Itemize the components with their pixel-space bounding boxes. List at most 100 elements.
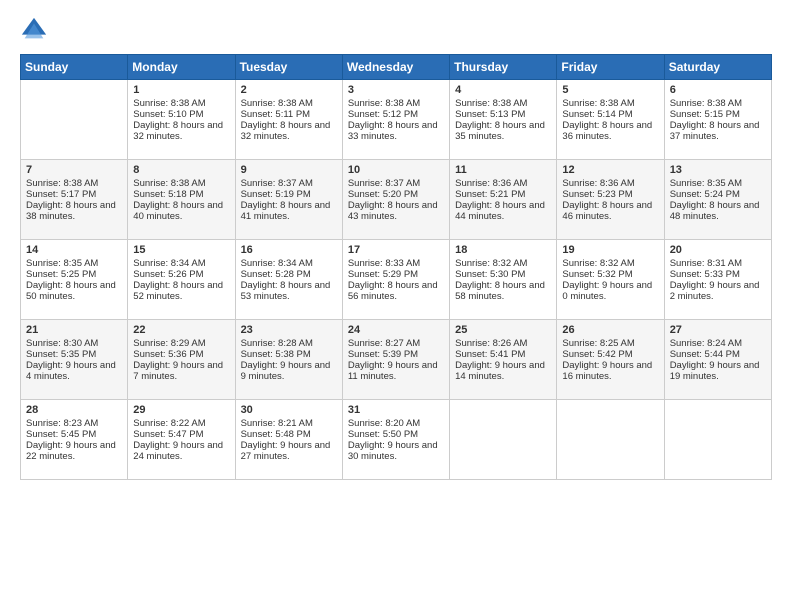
day-number: 7 xyxy=(26,164,122,176)
calendar-cell: 28 Sunrise: 8:23 AM Sunset: 5:45 PM Dayl… xyxy=(21,400,128,480)
daylight-text: Daylight: 9 hours and 4 minutes. xyxy=(26,360,116,382)
day-number: 28 xyxy=(26,404,122,416)
sunrise-text: Sunrise: 8:38 AM xyxy=(241,98,313,109)
calendar-cell: 16 Sunrise: 8:34 AM Sunset: 5:28 PM Dayl… xyxy=(235,240,342,320)
sunset-text: Sunset: 5:24 PM xyxy=(670,189,740,200)
day-number: 25 xyxy=(455,324,551,336)
daylight-text: Daylight: 9 hours and 11 minutes. xyxy=(348,360,438,382)
calendar-day-header: Saturday xyxy=(664,55,771,80)
sunset-text: Sunset: 5:44 PM xyxy=(670,349,740,360)
header xyxy=(20,16,772,44)
calendar-cell: 24 Sunrise: 8:27 AM Sunset: 5:39 PM Dayl… xyxy=(342,320,449,400)
sunset-text: Sunset: 5:20 PM xyxy=(348,189,418,200)
day-number: 2 xyxy=(241,84,337,96)
sunset-text: Sunset: 5:50 PM xyxy=(348,429,418,440)
sunset-text: Sunset: 5:30 PM xyxy=(455,269,525,280)
sunrise-text: Sunrise: 8:22 AM xyxy=(133,418,205,429)
calendar-cell: 23 Sunrise: 8:28 AM Sunset: 5:38 PM Dayl… xyxy=(235,320,342,400)
logo xyxy=(20,16,52,44)
daylight-text: Daylight: 8 hours and 50 minutes. xyxy=(26,280,116,302)
calendar-cell: 15 Sunrise: 8:34 AM Sunset: 5:26 PM Dayl… xyxy=(128,240,235,320)
day-number: 23 xyxy=(241,324,337,336)
sunset-text: Sunset: 5:33 PM xyxy=(670,269,740,280)
sunrise-text: Sunrise: 8:31 AM xyxy=(670,258,742,269)
calendar-cell: 5 Sunrise: 8:38 AM Sunset: 5:14 PM Dayli… xyxy=(557,80,664,160)
day-number: 8 xyxy=(133,164,229,176)
sunrise-text: Sunrise: 8:38 AM xyxy=(455,98,527,109)
daylight-text: Daylight: 9 hours and 22 minutes. xyxy=(26,440,116,462)
day-number: 11 xyxy=(455,164,551,176)
sunset-text: Sunset: 5:28 PM xyxy=(241,269,311,280)
daylight-text: Daylight: 8 hours and 43 minutes. xyxy=(348,200,438,222)
daylight-text: Daylight: 8 hours and 32 minutes. xyxy=(241,120,331,142)
calendar-cell: 31 Sunrise: 8:20 AM Sunset: 5:50 PM Dayl… xyxy=(342,400,449,480)
calendar-cell: 21 Sunrise: 8:30 AM Sunset: 5:35 PM Dayl… xyxy=(21,320,128,400)
daylight-text: Daylight: 9 hours and 14 minutes. xyxy=(455,360,545,382)
calendar-day-header: Thursday xyxy=(450,55,557,80)
sunrise-text: Sunrise: 8:33 AM xyxy=(348,258,420,269)
sunrise-text: Sunrise: 8:38 AM xyxy=(670,98,742,109)
sunrise-text: Sunrise: 8:38 AM xyxy=(348,98,420,109)
calendar-cell: 7 Sunrise: 8:38 AM Sunset: 5:17 PM Dayli… xyxy=(21,160,128,240)
calendar-cell: 11 Sunrise: 8:36 AM Sunset: 5:21 PM Dayl… xyxy=(450,160,557,240)
calendar-week-row: 7 Sunrise: 8:38 AM Sunset: 5:17 PM Dayli… xyxy=(21,160,772,240)
calendar-cell xyxy=(557,400,664,480)
daylight-text: Daylight: 8 hours and 44 minutes. xyxy=(455,200,545,222)
sunrise-text: Sunrise: 8:29 AM xyxy=(133,338,205,349)
day-number: 15 xyxy=(133,244,229,256)
calendar-cell: 20 Sunrise: 8:31 AM Sunset: 5:33 PM Dayl… xyxy=(664,240,771,320)
daylight-text: Daylight: 8 hours and 37 minutes. xyxy=(670,120,760,142)
sunset-text: Sunset: 5:23 PM xyxy=(562,189,632,200)
day-number: 16 xyxy=(241,244,337,256)
day-number: 3 xyxy=(348,84,444,96)
daylight-text: Daylight: 8 hours and 35 minutes. xyxy=(455,120,545,142)
calendar-week-row: 1 Sunrise: 8:38 AM Sunset: 5:10 PM Dayli… xyxy=(21,80,772,160)
sunset-text: Sunset: 5:26 PM xyxy=(133,269,203,280)
sunset-text: Sunset: 5:39 PM xyxy=(348,349,418,360)
daylight-text: Daylight: 8 hours and 56 minutes. xyxy=(348,280,438,302)
sunrise-text: Sunrise: 8:27 AM xyxy=(348,338,420,349)
sunset-text: Sunset: 5:10 PM xyxy=(133,109,203,120)
daylight-text: Daylight: 9 hours and 27 minutes. xyxy=(241,440,331,462)
sunset-text: Sunset: 5:25 PM xyxy=(26,269,96,280)
day-number: 4 xyxy=(455,84,551,96)
calendar-cell: 2 Sunrise: 8:38 AM Sunset: 5:11 PM Dayli… xyxy=(235,80,342,160)
sunset-text: Sunset: 5:13 PM xyxy=(455,109,525,120)
sunrise-text: Sunrise: 8:37 AM xyxy=(241,178,313,189)
sunset-text: Sunset: 5:12 PM xyxy=(348,109,418,120)
daylight-text: Daylight: 8 hours and 48 minutes. xyxy=(670,200,760,222)
sunrise-text: Sunrise: 8:38 AM xyxy=(26,178,98,189)
sunset-text: Sunset: 5:11 PM xyxy=(241,109,311,120)
sunrise-text: Sunrise: 8:32 AM xyxy=(455,258,527,269)
day-number: 24 xyxy=(348,324,444,336)
calendar-cell: 18 Sunrise: 8:32 AM Sunset: 5:30 PM Dayl… xyxy=(450,240,557,320)
sunset-text: Sunset: 5:14 PM xyxy=(562,109,632,120)
sunrise-text: Sunrise: 8:36 AM xyxy=(455,178,527,189)
sunset-text: Sunset: 5:15 PM xyxy=(670,109,740,120)
sunrise-text: Sunrise: 8:21 AM xyxy=(241,418,313,429)
calendar-cell: 4 Sunrise: 8:38 AM Sunset: 5:13 PM Dayli… xyxy=(450,80,557,160)
sunset-text: Sunset: 5:36 PM xyxy=(133,349,203,360)
daylight-text: Daylight: 9 hours and 2 minutes. xyxy=(670,280,760,302)
calendar-cell xyxy=(664,400,771,480)
day-number: 27 xyxy=(670,324,766,336)
daylight-text: Daylight: 8 hours and 40 minutes. xyxy=(133,200,223,222)
calendar-day-header: Wednesday xyxy=(342,55,449,80)
day-number: 29 xyxy=(133,404,229,416)
day-number: 5 xyxy=(562,84,658,96)
sunset-text: Sunset: 5:35 PM xyxy=(26,349,96,360)
sunset-text: Sunset: 5:48 PM xyxy=(241,429,311,440)
calendar-cell: 12 Sunrise: 8:36 AM Sunset: 5:23 PM Dayl… xyxy=(557,160,664,240)
calendar-cell: 29 Sunrise: 8:22 AM Sunset: 5:47 PM Dayl… xyxy=(128,400,235,480)
daylight-text: Daylight: 8 hours and 52 minutes. xyxy=(133,280,223,302)
daylight-text: Daylight: 9 hours and 16 minutes. xyxy=(562,360,652,382)
calendar-cell: 17 Sunrise: 8:33 AM Sunset: 5:29 PM Dayl… xyxy=(342,240,449,320)
sunset-text: Sunset: 5:21 PM xyxy=(455,189,525,200)
daylight-text: Daylight: 8 hours and 58 minutes. xyxy=(455,280,545,302)
sunrise-text: Sunrise: 8:25 AM xyxy=(562,338,634,349)
day-number: 18 xyxy=(455,244,551,256)
sunset-text: Sunset: 5:45 PM xyxy=(26,429,96,440)
calendar-cell: 19 Sunrise: 8:32 AM Sunset: 5:32 PM Dayl… xyxy=(557,240,664,320)
daylight-text: Daylight: 8 hours and 32 minutes. xyxy=(133,120,223,142)
daylight-text: Daylight: 9 hours and 9 minutes. xyxy=(241,360,331,382)
